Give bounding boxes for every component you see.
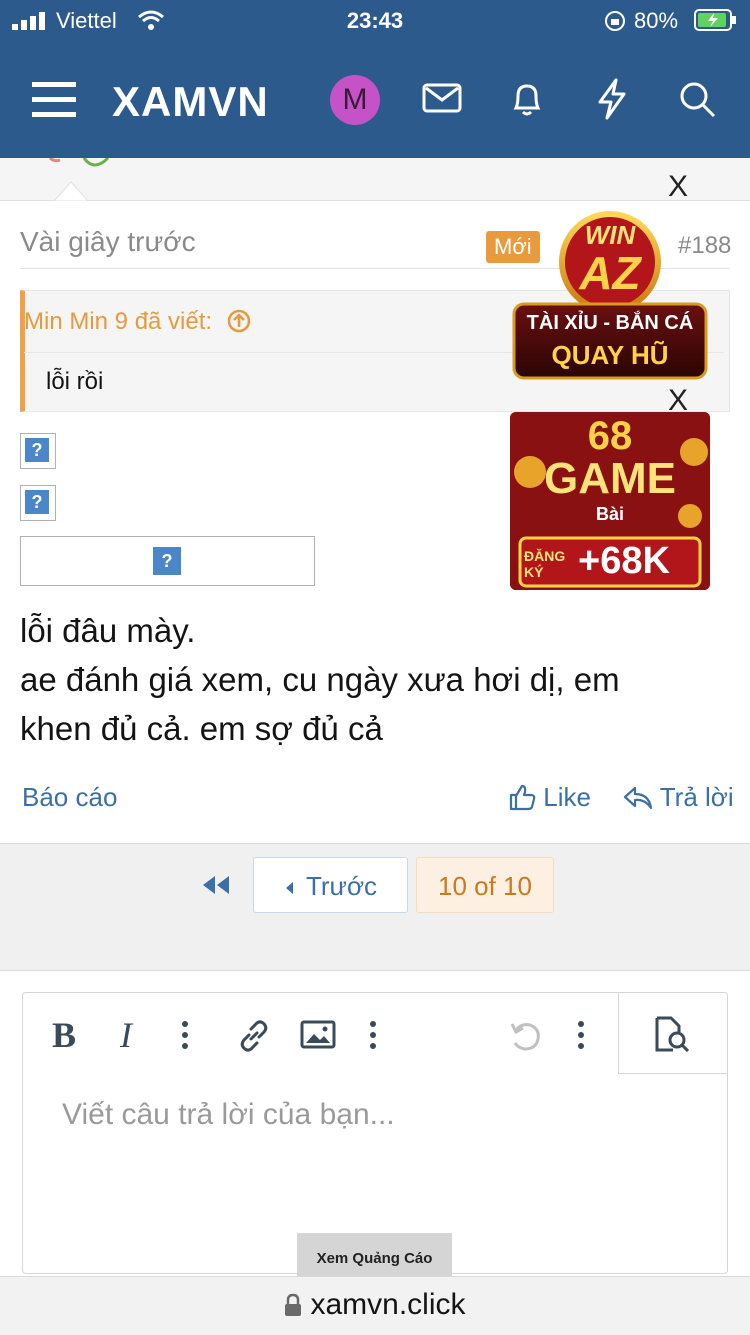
broken-image-icon: ? xyxy=(25,490,49,514)
close-ad-button[interactable]: X xyxy=(668,170,688,204)
image-icon[interactable] xyxy=(300,1020,336,1050)
lock-icon xyxy=(285,1293,302,1316)
ad2-register-label: ĐĂNG KÝ xyxy=(524,548,566,580)
reply-label: Trả lời xyxy=(659,782,734,812)
battery-icon xyxy=(694,9,736,31)
thumbs-up-icon xyxy=(509,784,536,811)
broken-image[interactable]: ? xyxy=(20,433,56,469)
avatar[interactable]: M xyxy=(330,75,380,125)
reply-button[interactable]: Trả lời xyxy=(623,782,734,813)
previous-post-footer xyxy=(0,158,750,201)
ad-banner-win-az[interactable]: WIN AZ TÀI XỈU - BẮN CÁ QUAY HŨ xyxy=(510,210,710,382)
ad-banner-68-game-bai[interactable]: 68 GAME Bài ĐĂNG KÝ +68K xyxy=(510,412,710,590)
arrow-up-circle-icon[interactable] xyxy=(227,309,251,333)
more-options-icon[interactable] xyxy=(576,1020,586,1050)
broken-image-icon: ? xyxy=(25,438,49,462)
chevron-left-icon xyxy=(285,882,293,894)
italic-icon[interactable]: I xyxy=(120,1014,132,1056)
ad1-line: QUAY HŨ xyxy=(551,340,669,370)
site-logo[interactable]: XAMVN xyxy=(112,78,269,126)
partial-logo-fragment xyxy=(48,158,110,167)
reply-input[interactable]: Viết câu trả lời của bạn... xyxy=(62,1098,395,1132)
status-bar: Viettel 23:43 80% xyxy=(0,0,750,40)
post-body-line: lỗi đâu mày. xyxy=(20,612,196,649)
more-options-icon[interactable] xyxy=(180,1020,190,1050)
search-icon[interactable] xyxy=(678,80,718,120)
mail-icon[interactable] xyxy=(422,82,462,114)
ad1-logo-text: AZ xyxy=(579,247,641,299)
more-options-icon[interactable] xyxy=(368,1020,378,1050)
like-button[interactable]: Like xyxy=(508,782,591,813)
broken-image: ? xyxy=(151,545,183,577)
post-body-line: khen đủ cả. em sợ đủ cả xyxy=(20,710,383,747)
rotation-lock-icon xyxy=(605,11,625,31)
broken-image-icon: ? xyxy=(153,547,181,575)
quote-text: lỗi rồi xyxy=(46,368,104,395)
ad2-bonus: +68K xyxy=(578,540,670,582)
reply-icon xyxy=(623,786,653,810)
current-page-indicator[interactable]: 10 of 10 xyxy=(416,857,554,913)
bold-icon[interactable]: B xyxy=(52,1014,76,1056)
prev-page-button[interactable]: Trước xyxy=(253,857,408,913)
first-page-icon[interactable] xyxy=(201,874,231,896)
view-ads-button[interactable]: Xem Quảng Cáo xyxy=(297,1233,452,1276)
lightning-icon[interactable] xyxy=(596,78,628,120)
undo-icon[interactable] xyxy=(508,1018,544,1054)
prev-page-label: Trước xyxy=(305,871,378,901)
post-time[interactable]: Vài giây trước xyxy=(20,226,196,258)
report-link[interactable]: Báo cáo xyxy=(22,782,117,813)
post-arrow-pointer xyxy=(54,181,88,201)
broken-image[interactable]: ? xyxy=(20,485,56,521)
preview-icon xyxy=(655,1016,690,1053)
link-icon[interactable] xyxy=(236,1018,272,1054)
ad1-line: TÀI XỈU - BẮN CÁ xyxy=(526,312,694,334)
broken-image-frame[interactable]: ? xyxy=(20,536,315,586)
preview-toggle[interactable] xyxy=(618,992,728,1074)
quote-author-label: Min Min 9 đã viết: xyxy=(24,308,213,335)
battery-percent: 80% xyxy=(634,8,679,33)
ad2-subtitle: Bài xyxy=(595,504,624,524)
post-body: lỗi đâu mày. ae đánh giá xem, cu ngày xư… xyxy=(20,606,710,753)
bell-icon[interactable] xyxy=(510,80,544,118)
menu-icon[interactable] xyxy=(32,82,76,118)
ad2-number: 68 xyxy=(587,414,633,458)
like-label: Like xyxy=(543,782,591,812)
url-text: xamvn.click xyxy=(310,1288,466,1321)
ad2-title: GAME xyxy=(544,454,676,503)
quote-author[interactable]: Min Min 9 đã viết: xyxy=(24,308,251,336)
post-body-line: ae đánh giá xem, cu ngày xưa hơi dị, em xyxy=(20,661,620,698)
address-display[interactable]: xamvn.click xyxy=(0,1288,750,1322)
